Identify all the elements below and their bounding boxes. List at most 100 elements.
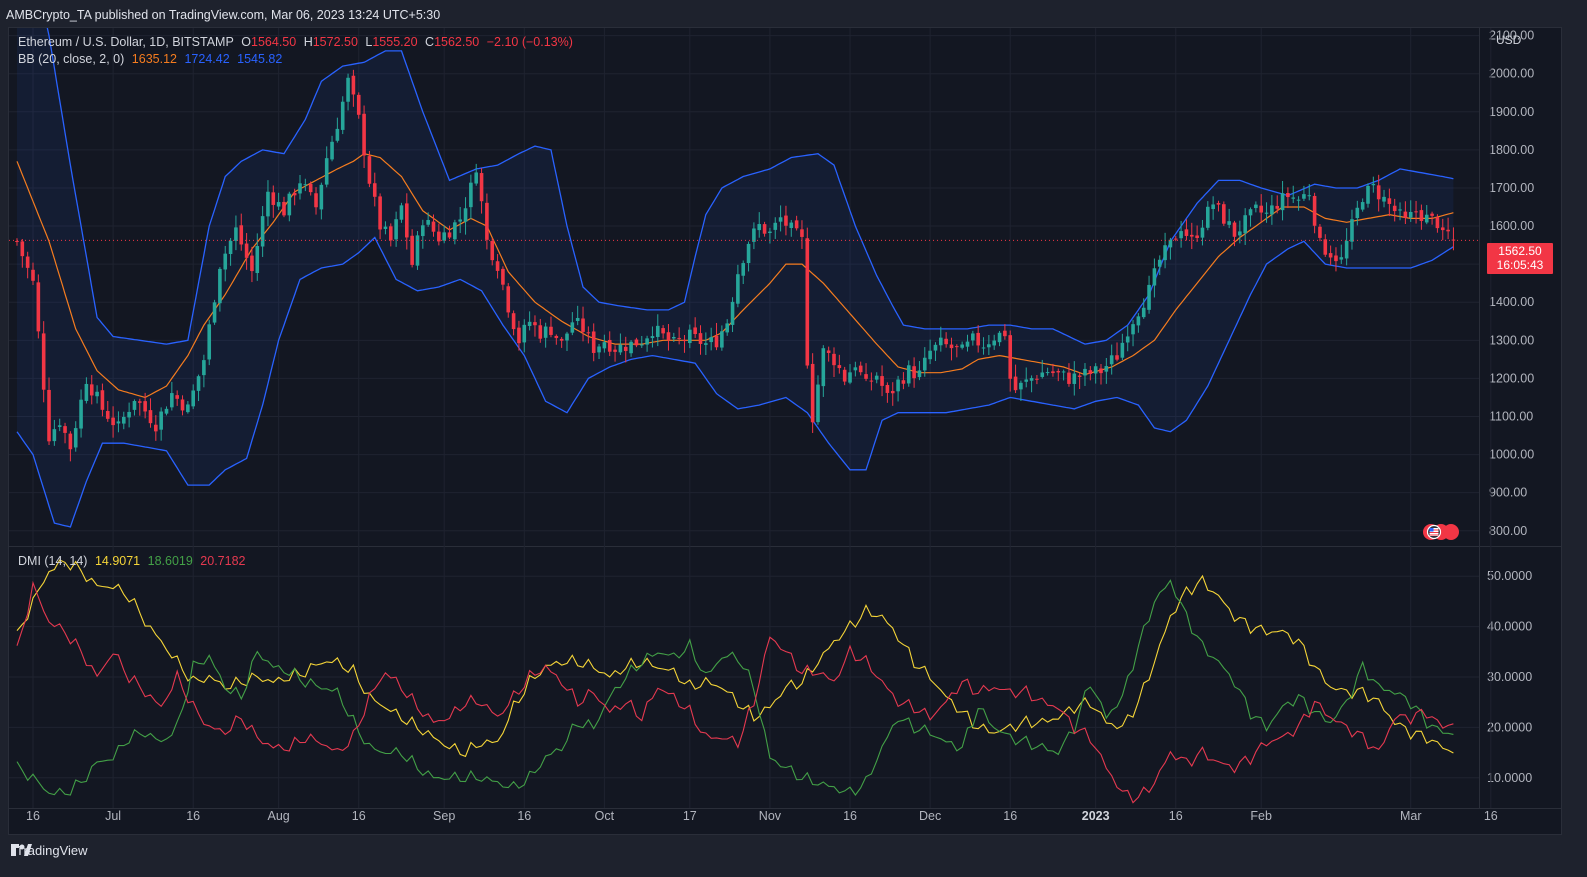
candle-body (15, 241, 19, 243)
candle-body (730, 301, 735, 325)
candle-body (1061, 371, 1066, 373)
candle-body (981, 347, 986, 349)
dmi-legend[interactable]: DMI (14, 14) 14.9071 18.6019 20.7182 (18, 554, 249, 568)
candle-body (1173, 238, 1178, 240)
candle-body (351, 75, 356, 95)
candle-body (36, 282, 41, 332)
candle-body (223, 253, 228, 270)
candle-body (1222, 204, 1226, 224)
candle-body (1120, 342, 1125, 358)
symbol-name[interactable]: Ethereum / U.S. Dollar, 1D, BITSTAMP (18, 35, 234, 49)
candle-body (1398, 209, 1402, 211)
candle-body (746, 243, 751, 264)
candle-body (586, 332, 591, 334)
candle-body (127, 411, 131, 418)
candle-body (191, 390, 195, 407)
price-tick-label: 1800.00 (1489, 143, 1534, 157)
chart-frame[interactable]: 800.00 900.00 1000.00 1100.00 1200.00 1300.00… (8, 27, 1562, 835)
candle-body (1093, 366, 1098, 374)
candle-body (202, 360, 206, 376)
candle-body (559, 338, 564, 341)
time-tick-label: Mar (1400, 809, 1422, 823)
candle-body (282, 201, 286, 216)
candle-body (1136, 316, 1141, 326)
candle-body (340, 101, 345, 130)
candle-body (511, 313, 516, 330)
candle-body (362, 113, 366, 156)
candle-body (1323, 239, 1328, 255)
open-value: 1564.50 (251, 35, 297, 49)
candle-body (1008, 335, 1013, 379)
candle-body (810, 363, 815, 423)
close-label: C (425, 35, 435, 49)
candle-body (554, 335, 559, 339)
candle-body (378, 196, 382, 230)
candle-body (1360, 202, 1365, 210)
candle-body (971, 333, 975, 341)
candle-body (922, 357, 927, 371)
candle-body (906, 365, 911, 384)
price-tick-label: 1700.00 (1489, 181, 1534, 195)
candle-body (405, 203, 409, 238)
candle-body (693, 327, 697, 335)
candle-body (976, 332, 980, 346)
candle-body (944, 338, 948, 345)
candle-body (1408, 211, 1413, 218)
candle-body (388, 226, 393, 241)
candle-body (987, 344, 991, 348)
candle-body (1366, 185, 1370, 204)
price-tick-label: 1900.00 (1489, 105, 1534, 119)
candle-body (773, 222, 778, 230)
candle-body (324, 158, 329, 185)
economic-events-icon[interactable] (1421, 522, 1461, 542)
candle-body (522, 324, 527, 343)
candle-body (469, 182, 473, 208)
candle-body (453, 222, 457, 240)
candle-body (709, 337, 713, 343)
candle-body (1440, 227, 1445, 231)
candle-body (1243, 215, 1247, 234)
candle-body (821, 348, 826, 387)
currency-label[interactable]: USD (1496, 33, 1521, 47)
open-label: O (241, 35, 252, 49)
candle-body (874, 375, 879, 380)
candle-body (1088, 370, 1093, 374)
candle-body (319, 184, 324, 210)
last-price-tag: 1562.50 16:05:43 (1487, 243, 1553, 274)
candle-body (816, 384, 820, 423)
candle-body (1184, 229, 1189, 236)
candle-body (1296, 199, 1301, 201)
candle-body (917, 370, 922, 378)
candle-body (1328, 253, 1333, 258)
candle-body (1392, 205, 1397, 212)
time-tick-label: Feb (1250, 809, 1272, 823)
candle-body (186, 404, 190, 413)
candle-body (725, 323, 729, 333)
candle-body (1206, 206, 1210, 228)
candle-body (442, 232, 446, 241)
candle-body (1259, 205, 1263, 213)
footer[interactable]: TradingView (10, 843, 88, 858)
low-value: 1555.20 (372, 35, 418, 49)
candle-body (1302, 194, 1306, 199)
dmi-label[interactable]: DMI (14, 14) (18, 554, 87, 568)
change-value: −2.10 (−0.13%) (486, 35, 573, 49)
candle-body (1045, 372, 1050, 374)
candle-body (645, 338, 649, 345)
candle-body (837, 365, 842, 369)
price-tick-label: 900.00 (1489, 486, 1527, 500)
time-tick-label: Dec (919, 809, 941, 823)
bb-label[interactable]: BB (20, close, 2, 0) (18, 52, 124, 66)
candle-body (25, 256, 30, 268)
candle-body (1424, 214, 1429, 223)
candle-body (1355, 207, 1360, 219)
bb-legend[interactable]: BB (20, close, 2, 0) 1635.12 1724.42 154… (18, 52, 286, 66)
chart-canvas[interactable]: 800.00 900.00 1000.00 1100.00 1200.00 1300.00… (9, 28, 1561, 834)
candle-body (591, 331, 596, 353)
symbol-legend[interactable]: Ethereum / U.S. Dollar, 1D, BITSTAMP O15… (18, 35, 577, 49)
candle-body (805, 238, 810, 366)
time-tick-label: 2023 (1082, 809, 1110, 823)
candle-body (1104, 366, 1109, 372)
dmi-minus-di-value: 20.7182 (200, 554, 246, 568)
candle-body (1430, 213, 1434, 216)
